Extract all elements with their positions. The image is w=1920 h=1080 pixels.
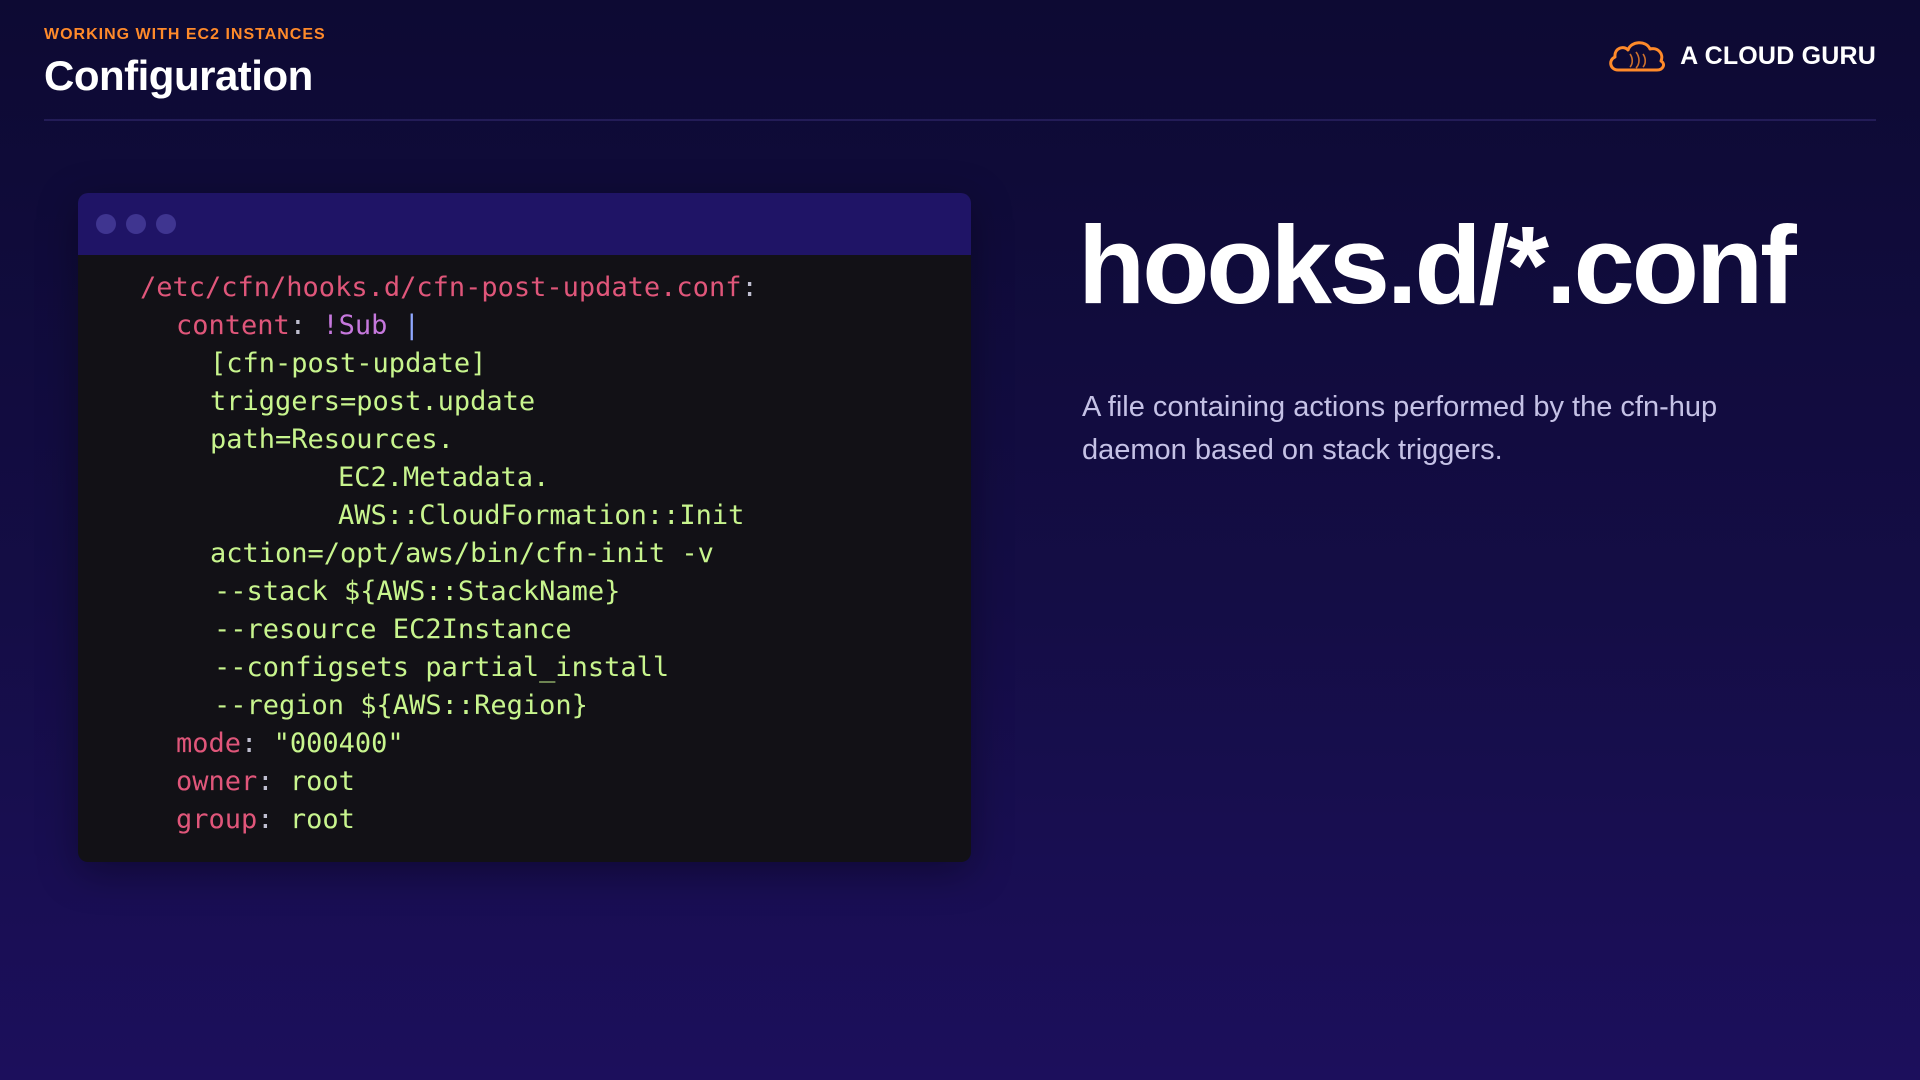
code-token: : <box>257 766 274 797</box>
code-line: triggers=post.update <box>210 386 536 417</box>
code-line: [cfn-post-update] <box>210 348 487 379</box>
code-token: : <box>257 804 274 835</box>
code-window-titlebar <box>78 193 971 255</box>
code-token: group <box>176 804 258 835</box>
window-dot <box>156 214 176 234</box>
code-line: group: root <box>176 801 355 839</box>
slide-title: Configuration <box>44 52 313 99</box>
brand-logo: A CLOUD GURU <box>1606 36 1876 76</box>
code-token: : <box>289 310 307 341</box>
code-line: content: !Sub | <box>176 307 420 345</box>
code-token: content <box>176 310 290 341</box>
code-token: owner <box>176 766 258 797</box>
code-line: path=Resources. <box>210 424 454 455</box>
cloud-logo-icon <box>1606 36 1668 76</box>
code-token: root <box>289 804 355 835</box>
code-window: /etc/cfn/hooks.d/cfn-post-update.conf: c… <box>78 193 971 862</box>
window-dot <box>126 214 146 234</box>
code-token: | <box>403 310 420 341</box>
code-line: --configsets partial_install <box>214 652 670 683</box>
code-line: owner: root <box>176 763 355 801</box>
code-line: mode: "000400" <box>176 725 404 763</box>
code-token: : <box>741 272 758 303</box>
header-divider <box>44 119 1876 121</box>
code-token: root <box>289 766 355 797</box>
code-block: /etc/cfn/hooks.d/cfn-post-update.conf: c… <box>78 255 971 862</box>
topic-heading: hooks.d/*.conf <box>1078 204 1797 327</box>
slide-header: WORKING WITH EC2 INSTANCES Configuration <box>44 26 326 100</box>
code-token: "000400" <box>273 728 404 759</box>
code-token: !Sub <box>322 310 388 341</box>
window-dot <box>96 214 116 234</box>
code-line: --resource EC2Instance <box>214 614 572 645</box>
code-token: mode <box>176 728 242 759</box>
topic-description: A file containing actions performed by t… <box>1082 391 1718 466</box>
code-line: --stack ${AWS::StackName} <box>214 576 621 607</box>
code-line: /etc/cfn/hooks.d/cfn-post-update.conf: <box>140 269 758 307</box>
section-eyebrow: WORKING WITH EC2 INSTANCES <box>44 26 326 43</box>
code-line: --region ${AWS::Region} <box>214 690 588 721</box>
code-token: : <box>241 728 258 759</box>
code-token: /etc/cfn/hooks.d/cfn-post-update.conf <box>140 272 742 303</box>
code-line: AWS::CloudFormation::Init <box>338 500 745 531</box>
brand-name: A CLOUD GURU <box>1680 41 1876 70</box>
code-line: EC2.Metadata. <box>338 462 550 493</box>
code-line: action=/opt/aws/bin/cfn-init -v <box>210 538 714 569</box>
